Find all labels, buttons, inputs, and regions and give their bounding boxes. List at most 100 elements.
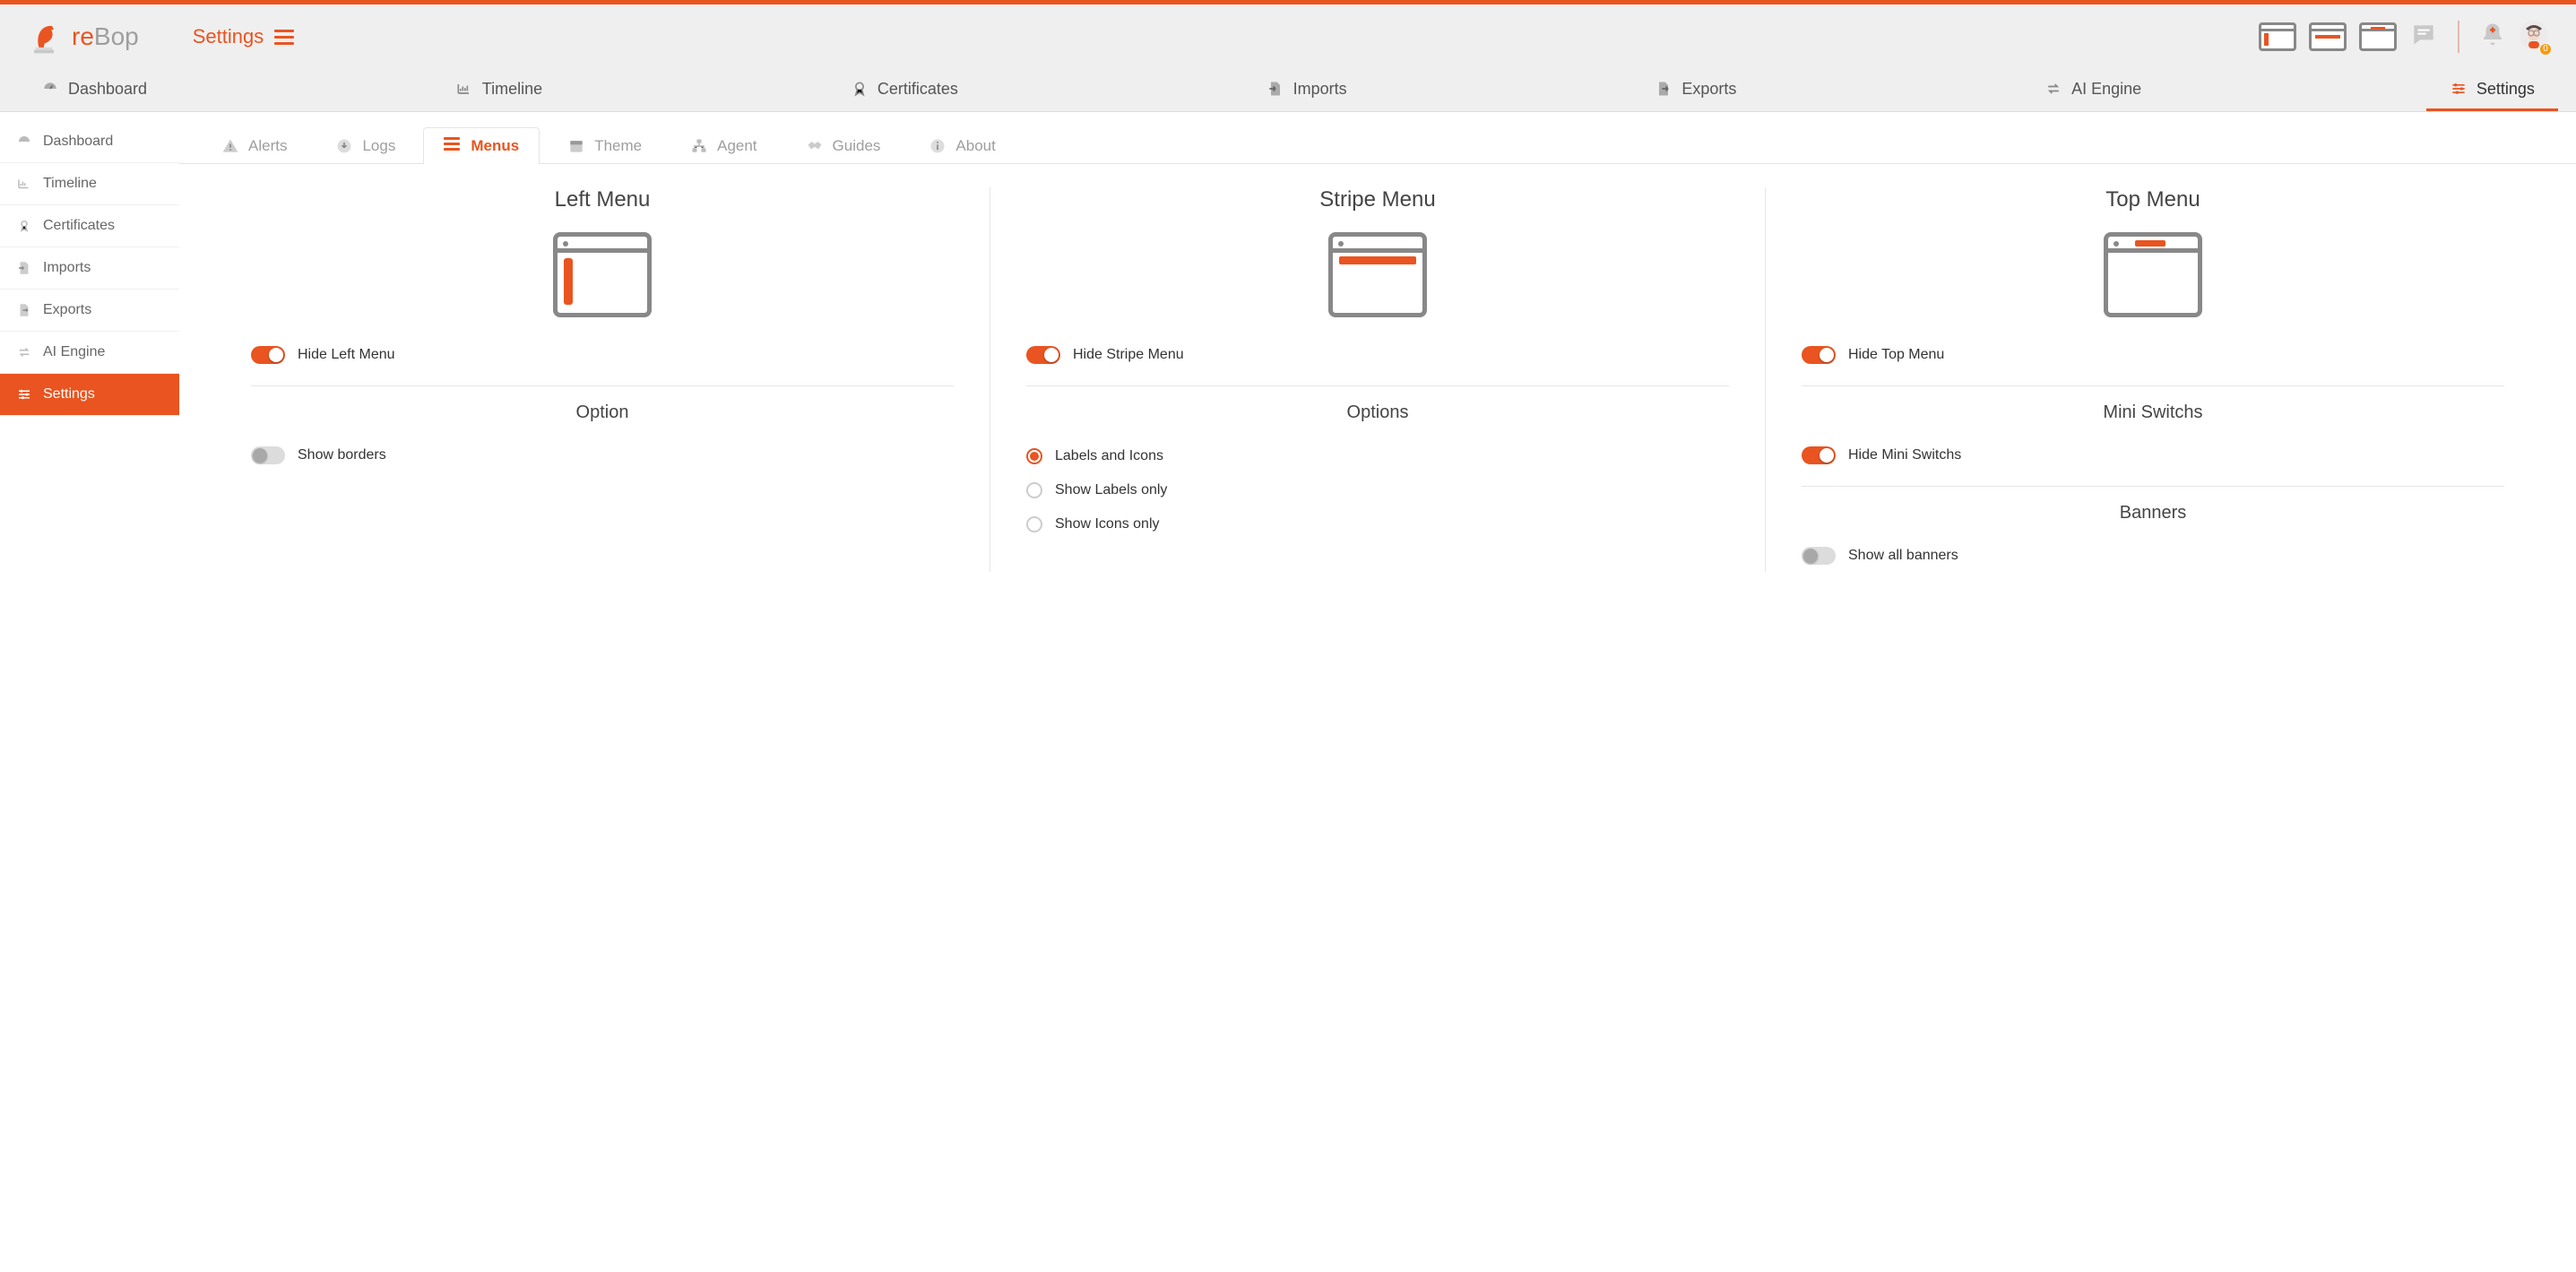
- toggle-switch[interactable]: [251, 446, 285, 464]
- sidebar-item-exports[interactable]: Exports: [0, 290, 179, 332]
- subtab-agent[interactable]: Agent: [670, 127, 777, 164]
- radio-input[interactable]: [1026, 448, 1042, 464]
- subtab-label: Agent: [717, 137, 756, 155]
- brand-text: reBop: [72, 22, 139, 51]
- body: Dashboard Timeline Certificates Imports …: [0, 112, 2576, 595]
- warning-icon: [221, 137, 239, 155]
- option-header: Option: [251, 402, 954, 423]
- knight-icon: [27, 17, 61, 56]
- subtab-menus[interactable]: Menus: [423, 127, 540, 164]
- top-nav-timeline[interactable]: Timeline: [432, 69, 566, 111]
- page-indicator-label: Settings: [193, 25, 264, 48]
- subtab-label: Logs: [362, 137, 395, 155]
- sidebar-label: Timeline: [43, 176, 97, 192]
- separator: [1802, 486, 2504, 487]
- panel-left-menu: Left Menu Hide Left Menu Option Show bor…: [215, 187, 990, 572]
- subtab-label: Theme: [594, 137, 642, 155]
- left-menu-preview-icon: [553, 232, 652, 317]
- logo[interactable]: reBop: [27, 17, 139, 56]
- sidebar-item-settings[interactable]: Settings: [0, 374, 179, 416]
- sliders-icon: [2450, 80, 2468, 98]
- sidebar-label: AI Engine: [43, 344, 105, 360]
- subtab-about[interactable]: About: [908, 127, 1016, 164]
- radio-labels-only[interactable]: Show Labels only: [1026, 473, 1729, 507]
- top-nav-exports[interactable]: Exports: [1631, 69, 1759, 111]
- separator: [1026, 385, 1729, 386]
- panel-top-menu: Top Menu Hide Top Menu Mini Switchs Hide…: [1766, 187, 2540, 572]
- radio-labels-and-icons[interactable]: Labels and Icons: [1026, 439, 1729, 473]
- mini-switch-stripe[interactable]: [2309, 22, 2347, 51]
- gauge-icon: [16, 134, 32, 150]
- mini-switch-left[interactable]: [2259, 22, 2296, 51]
- toggle-hide-left-menu[interactable]: Hide Left Menu: [251, 339, 954, 371]
- top-menu-preview-icon: [2104, 232, 2202, 317]
- mini-switch-top[interactable]: [2359, 22, 2397, 51]
- toggle-hide-stripe-menu[interactable]: Hide Stripe Menu: [1026, 339, 1729, 371]
- subtab-guides[interactable]: Guides: [785, 127, 902, 164]
- sidebar-item-certificates[interactable]: Certificates: [0, 205, 179, 247]
- toggle-hide-mini-switchs[interactable]: Hide Mini Switchs: [1802, 439, 2504, 472]
- toggle-show-borders[interactable]: Show borders: [251, 439, 954, 472]
- toggle-label: Show all banners: [1848, 548, 1958, 564]
- top-nav-dashboard[interactable]: Dashboard: [18, 69, 170, 111]
- handshake-icon: [806, 137, 824, 155]
- radio-input[interactable]: [1026, 482, 1042, 498]
- header-divider: [2458, 21, 2459, 53]
- nav-label: Timeline: [482, 80, 542, 99]
- sliders-icon: [16, 386, 32, 402]
- chart-icon: [16, 176, 32, 192]
- bell-icon[interactable]: [2479, 22, 2506, 53]
- panel-title: Stripe Menu: [1026, 187, 1729, 212]
- sidebar: Dashboard Timeline Certificates Imports …: [0, 112, 179, 595]
- top-nav-ai-engine[interactable]: AI Engine: [2021, 69, 2165, 111]
- sidebar-item-timeline[interactable]: Timeline: [0, 163, 179, 205]
- download-icon: [335, 137, 353, 155]
- sidebar-label: Exports: [43, 302, 91, 318]
- sidebar-item-imports[interactable]: Imports: [0, 247, 179, 290]
- sidebar-label: Settings: [43, 386, 95, 402]
- avatar-badge: 0: [2538, 42, 2553, 56]
- toggle-hide-top-menu[interactable]: Hide Top Menu: [1802, 339, 2504, 371]
- menu-panels: Left Menu Hide Left Menu Option Show bor…: [179, 164, 2576, 595]
- radio-icons-only[interactable]: Show Icons only: [1026, 507, 1729, 541]
- swap-icon: [2044, 80, 2062, 98]
- top-nav-certificates[interactable]: Certificates: [827, 69, 981, 111]
- subtab-logs[interactable]: Logs: [315, 127, 416, 164]
- toggle-show-all-banners[interactable]: Show all banners: [1802, 540, 2504, 572]
- nav-label: Exports: [1681, 80, 1736, 99]
- nav-label: Imports: [1293, 80, 1347, 99]
- top-nav-settings[interactable]: Settings: [2426, 69, 2558, 111]
- page-indicator[interactable]: Settings: [193, 25, 295, 48]
- speech-icon[interactable]: [2409, 21, 2438, 54]
- radio-label: Show Labels only: [1055, 482, 1167, 498]
- toggle-switch[interactable]: [1802, 346, 1836, 364]
- settings-subtabs: Alerts Logs Menus Theme Agent Guides: [179, 112, 2576, 164]
- content: Alerts Logs Menus Theme Agent Guides: [179, 112, 2576, 595]
- avatar[interactable]: 0: [2519, 20, 2549, 55]
- export-icon: [16, 302, 32, 318]
- gauge-icon: [41, 80, 59, 98]
- radio-input[interactable]: [1026, 516, 1042, 532]
- top-nav-imports[interactable]: Imports: [1243, 69, 1370, 111]
- panel-stripe-menu: Stripe Menu Hide Stripe Menu Options Lab…: [990, 187, 1766, 572]
- toggle-switch[interactable]: [1802, 446, 1836, 464]
- badge-icon: [16, 218, 32, 234]
- toggle-switch[interactable]: [1802, 547, 1836, 565]
- sidebar-item-dashboard[interactable]: Dashboard: [0, 121, 179, 163]
- chart-icon: [455, 80, 473, 98]
- import-icon: [1266, 80, 1284, 98]
- subtab-alerts[interactable]: Alerts: [201, 127, 307, 164]
- stripe-menu-preview-icon: [1328, 232, 1427, 317]
- calendar-icon: [567, 137, 585, 155]
- subtab-theme[interactable]: Theme: [547, 127, 662, 164]
- sidebar-label: Dashboard: [43, 134, 113, 150]
- toggle-label: Hide Top Menu: [1848, 347, 1944, 363]
- menu-icon: [274, 30, 294, 45]
- sidebar-item-ai-engine[interactable]: AI Engine: [0, 332, 179, 374]
- import-icon: [16, 260, 32, 276]
- separator: [1802, 385, 2504, 386]
- nav-label: Certificates: [877, 80, 958, 99]
- header-actions: 0: [2259, 20, 2549, 55]
- toggle-switch[interactable]: [1026, 346, 1060, 364]
- toggle-switch[interactable]: [251, 346, 285, 364]
